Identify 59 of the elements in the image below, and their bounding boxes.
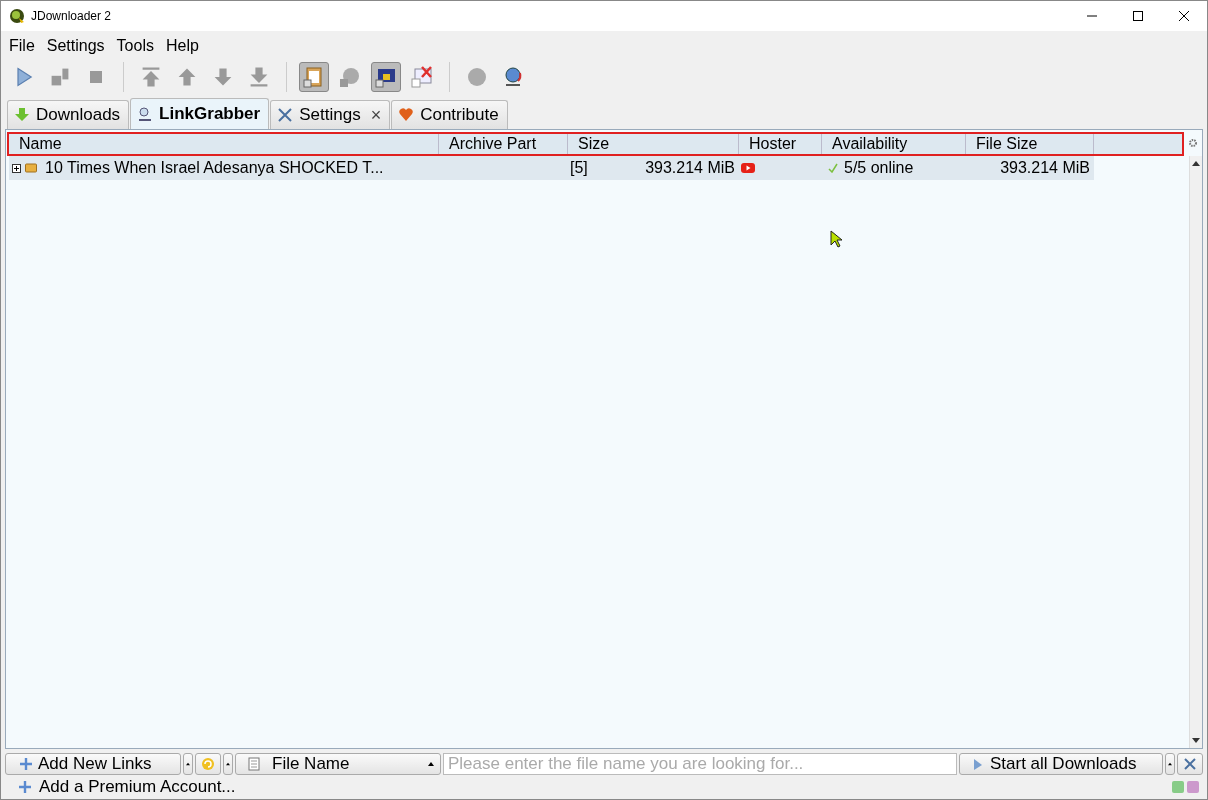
scroll-up-icon[interactable] — [1192, 160, 1200, 166]
column-header[interactable]: Size — [568, 134, 739, 154]
caret-icon — [1168, 762, 1172, 766]
search-field[interactable]: Please enter the file name you are looking for... — [443, 753, 957, 775]
column-header[interactable]: File Size — [966, 134, 1094, 154]
menu-item[interactable]: File — [5, 37, 39, 55]
status-icon[interactable] — [1187, 781, 1199, 793]
tab-label: LinkGrabber — [159, 104, 261, 124]
tab-label: Contribute — [420, 105, 499, 125]
link-count: [5] — [570, 159, 588, 177]
caret-icon — [226, 762, 230, 766]
menu-item[interactable]: Help — [161, 37, 203, 55]
download-arrow-icon — [14, 107, 30, 123]
app-logo-icon — [9, 8, 25, 24]
menu-item[interactable]: Settings — [42, 37, 109, 55]
column-header[interactable]: Archive Part — [439, 134, 568, 154]
menu-item[interactable]: Tools — [112, 37, 158, 55]
tab-label: Downloads — [36, 105, 121, 125]
lock-icon[interactable] — [371, 62, 401, 92]
package-name: 10 Times When Israel Adesanya SHOCKED T... — [45, 159, 384, 177]
scroll-down-icon[interactable] — [1192, 738, 1200, 744]
clipboard-icon[interactable] — [299, 62, 329, 92]
add-new-links-button[interactable]: Add New Links — [5, 753, 181, 775]
tab-label: Settings — [299, 105, 361, 125]
caret-icon — [186, 762, 190, 766]
tab[interactable]: Contribute — [391, 100, 508, 129]
settings-icon[interactable] — [1188, 138, 1198, 148]
scrollbar[interactable] — [1189, 156, 1202, 748]
undo-button[interactable] — [195, 753, 221, 775]
plus-icon — [19, 781, 31, 793]
file-size-value: 393.214 MiB — [1000, 159, 1090, 177]
column-header[interactable]: Hoster — [739, 134, 822, 154]
caret-icon — [428, 762, 434, 766]
tab[interactable]: LinkGrabber — [130, 98, 270, 129]
dropdown-button[interactable] — [1165, 753, 1175, 775]
filter-dropdown[interactable]: File Name — [235, 753, 441, 775]
package-icon — [25, 163, 37, 173]
play-icon — [972, 758, 984, 770]
plus-icon — [20, 758, 32, 770]
size-value: 393.214 MiB — [645, 159, 735, 177]
heart-icon — [398, 107, 415, 123]
start-all-downloads-button[interactable]: Start all Downloads — [959, 753, 1163, 775]
tab[interactable]: Downloads — [7, 100, 130, 129]
youtube-icon — [741, 163, 755, 173]
undo-icon — [201, 757, 215, 771]
window-title: JDownloader 2 — [31, 9, 112, 23]
dropdown-button[interactable] — [183, 753, 193, 775]
cursor-icon — [830, 230, 842, 248]
column-header[interactable]: Availability — [822, 134, 966, 154]
add-premium-account-link[interactable]: Add a Premium Account... — [19, 777, 236, 797]
tools-button[interactable] — [1177, 753, 1203, 775]
tab-close-button[interactable]: × — [370, 104, 382, 126]
document-icon — [248, 757, 260, 771]
dropdown-button[interactable] — [223, 753, 233, 775]
column-header[interactable]: Name — [9, 134, 439, 154]
tab[interactable]: Settings × — [270, 100, 391, 129]
availability-value: 5/5 online — [844, 159, 914, 177]
expand-toggle-icon[interactable] — [12, 163, 21, 173]
checkmark-icon — [828, 163, 838, 173]
